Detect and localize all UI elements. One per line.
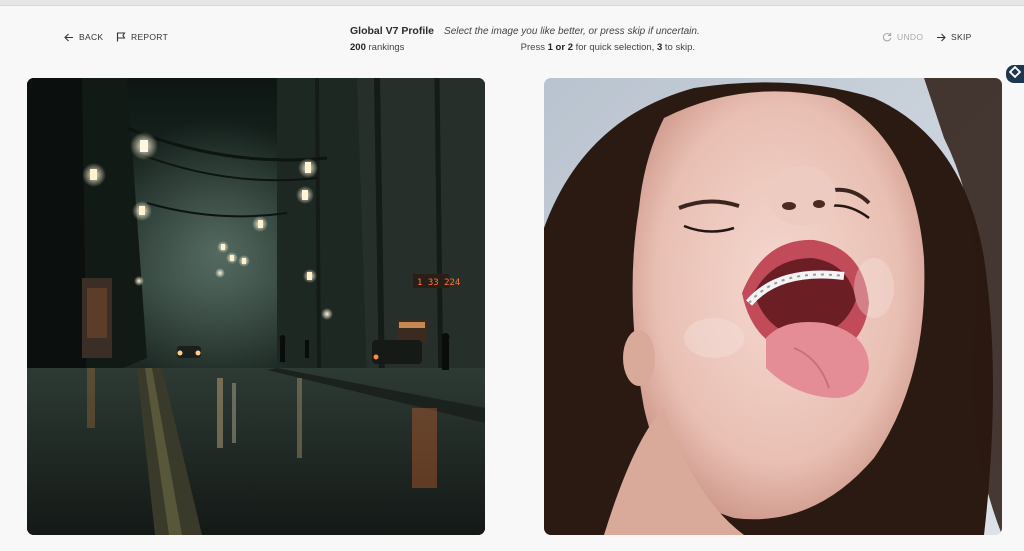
rankings-number: 200 bbox=[350, 42, 366, 53]
hint-press: Press bbox=[520, 42, 545, 53]
top-border bbox=[0, 0, 1024, 6]
undo-label: UNDO bbox=[897, 32, 924, 42]
arrow-left-icon bbox=[64, 33, 74, 42]
keyboard-shortcut-hint: Press 1 or 2 for quick selection, 3 to s… bbox=[521, 42, 695, 53]
diamond-icon bbox=[1008, 65, 1022, 83]
back-label: BACK bbox=[79, 32, 104, 42]
profile-title: Global V7 Profile bbox=[350, 25, 435, 37]
hint-key-one: 1 bbox=[547, 42, 553, 53]
rankings-label: rankings bbox=[368, 42, 405, 53]
image-option-left[interactable]: 1 33 224 bbox=[27, 78, 485, 535]
hint-key-skip: 3 bbox=[656, 42, 663, 53]
back-button[interactable]: BACK bbox=[64, 32, 103, 42]
skip-label: SKIP bbox=[951, 32, 972, 42]
hint-key-two: 2 bbox=[567, 42, 573, 53]
report-button[interactable]: REPORT bbox=[116, 32, 168, 42]
street-sign-digits: 1 33 224 bbox=[417, 278, 460, 288]
undo-button[interactable]: UNDO bbox=[882, 32, 923, 42]
flag-icon bbox=[116, 32, 126, 42]
comparison-header: Global V7 Profile Select the image you l… bbox=[350, 25, 700, 53]
portrait-image bbox=[544, 78, 1002, 535]
hint-or: or bbox=[555, 42, 566, 53]
hint-to-skip: to skip. bbox=[664, 42, 695, 53]
side-widget-button[interactable] bbox=[1006, 65, 1024, 83]
arrow-right-icon bbox=[936, 33, 946, 42]
skip-button[interactable]: SKIP bbox=[936, 32, 972, 42]
image-option-right[interactable] bbox=[544, 78, 1002, 535]
hint-quick-selection: for quick selection, bbox=[575, 42, 655, 53]
refresh-icon bbox=[882, 32, 892, 42]
instruction-text: Select the image you like better, or pre… bbox=[444, 26, 700, 37]
night-street-image: 1 33 224 bbox=[27, 78, 485, 535]
rankings-count: 200 rankings bbox=[350, 42, 404, 53]
report-label: REPORT bbox=[131, 32, 169, 42]
